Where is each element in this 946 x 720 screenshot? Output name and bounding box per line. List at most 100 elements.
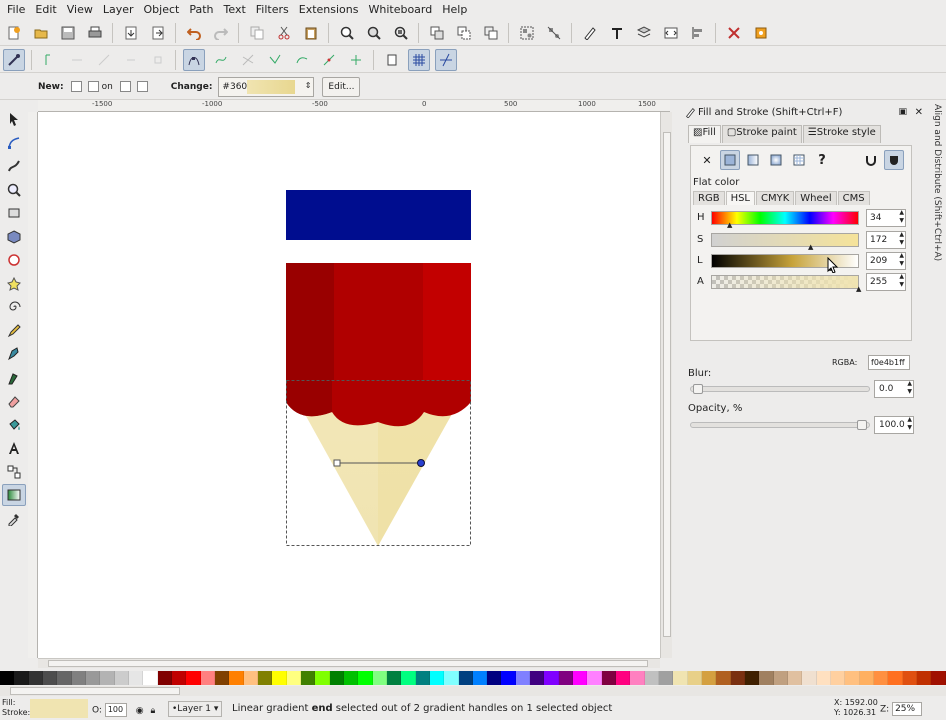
snap-cusp-button[interactable] xyxy=(264,49,286,71)
palette-scroll-thumb[interactable] xyxy=(10,687,180,695)
palette-swatch[interactable] xyxy=(243,671,258,685)
drawing-canvas[interactable] xyxy=(38,112,660,658)
pattern-button[interactable] xyxy=(789,150,809,170)
spin-icon[interactable]: ▲ ▼ xyxy=(907,416,912,432)
palette-swatch[interactable] xyxy=(644,671,660,685)
palette-swatch[interactable] xyxy=(14,671,29,685)
palette-swatch[interactable] xyxy=(0,671,15,685)
opacity-slider-knob[interactable] xyxy=(857,420,867,430)
flat-color-button[interactable] xyxy=(720,150,740,170)
palette-swatch[interactable] xyxy=(902,671,917,685)
gradient-start-handle[interactable] xyxy=(333,459,341,467)
palette-swatch[interactable] xyxy=(200,671,215,685)
menu-help[interactable]: Help xyxy=(437,0,472,20)
snap-smooth-button[interactable] xyxy=(291,49,313,71)
palette-swatch[interactable] xyxy=(186,671,201,685)
copy-button[interactable] xyxy=(246,22,268,44)
cut-button[interactable] xyxy=(273,22,295,44)
palette-swatch[interactable] xyxy=(343,671,359,685)
saturation-slider[interactable] xyxy=(711,233,859,247)
rgba-input[interactable]: f0e4b1ff xyxy=(868,355,910,370)
zoom-tool[interactable] xyxy=(2,179,26,201)
palette-swatch[interactable] xyxy=(429,671,445,685)
palette-swatch[interactable] xyxy=(917,671,932,685)
palette-swatch[interactable] xyxy=(143,671,158,685)
palette-swatch[interactable] xyxy=(888,671,903,685)
save-button[interactable] xyxy=(57,22,79,44)
saturation-marker[interactable]: ▲ xyxy=(808,244,813,251)
new-linear-toggle[interactable] xyxy=(70,81,82,92)
edit-gradient-button[interactable]: Edit... xyxy=(322,76,361,97)
align-distribute-button[interactable] xyxy=(687,22,709,44)
linear-gradient-button[interactable] xyxy=(743,150,763,170)
palette-swatch[interactable] xyxy=(415,671,430,685)
palette-swatch[interactable] xyxy=(616,671,631,685)
no-paint-button[interactable]: ✕ xyxy=(697,150,717,170)
3d-box-tool[interactable] xyxy=(2,226,26,248)
rectangle-tool[interactable] xyxy=(2,202,26,224)
new-radial-toggle[interactable] xyxy=(87,81,99,92)
snap-bbox-center-button[interactable] xyxy=(147,49,169,71)
palette-swatch[interactable] xyxy=(329,671,344,685)
vertical-scrollbar[interactable] xyxy=(660,112,672,658)
palette-scrollbar[interactable] xyxy=(0,686,946,696)
minimize-icon[interactable]: ▣ xyxy=(898,107,907,117)
unlink-clone-button[interactable] xyxy=(480,22,502,44)
spiral-tool[interactable] xyxy=(2,296,26,318)
group-button[interactable] xyxy=(516,22,538,44)
calligraphy-tool[interactable] xyxy=(2,367,26,389)
palette-swatch[interactable] xyxy=(659,671,674,685)
palette-swatch[interactable] xyxy=(931,671,946,685)
palette-swatch[interactable] xyxy=(114,671,129,685)
snap-paths-button[interactable] xyxy=(210,49,232,71)
document-properties-button[interactable] xyxy=(750,22,772,44)
spin-icon[interactable]: ▲ ▼ xyxy=(899,252,904,268)
tab-cms[interactable]: CMS xyxy=(837,191,870,205)
palette-swatch[interactable] xyxy=(859,671,875,685)
palette-swatch[interactable] xyxy=(257,671,273,685)
close-icon[interactable]: ✕ xyxy=(915,107,923,118)
palette-swatch[interactable] xyxy=(702,671,717,685)
menu-object[interactable]: Object xyxy=(139,0,185,20)
undo-button[interactable] xyxy=(183,22,205,44)
star-tool[interactable] xyxy=(2,273,26,295)
opacity-input[interactable]: 100.0 ▲ ▼ xyxy=(874,416,914,434)
ungroup-button[interactable] xyxy=(543,22,565,44)
saturation-input[interactable]: 172 ▲ ▼ xyxy=(866,231,906,249)
vertical-scroll-thumb[interactable] xyxy=(663,132,671,637)
palette-swatch[interactable] xyxy=(845,671,860,685)
palette-swatch[interactable] xyxy=(816,671,832,685)
alpha-slider[interactable] xyxy=(711,275,859,289)
menu-extensions[interactable]: Extensions xyxy=(294,0,364,20)
snap-object-center-button[interactable] xyxy=(345,49,367,71)
paint-bucket-tool[interactable] xyxy=(2,414,26,436)
snap-bbox-edge-button[interactable] xyxy=(66,49,88,71)
connector-tool[interactable] xyxy=(2,461,26,483)
ellipse-tool[interactable] xyxy=(2,249,26,271)
gradient-end-handle[interactable] xyxy=(417,459,425,467)
palette-swatch[interactable] xyxy=(874,671,889,685)
palette-swatch[interactable] xyxy=(802,671,817,685)
radial-gradient-button[interactable] xyxy=(766,150,786,170)
palette-swatch[interactable] xyxy=(128,671,144,685)
pencil-tool[interactable] xyxy=(2,320,26,342)
spin-icon[interactable]: ▲ ▼ xyxy=(899,273,904,289)
tab-wheel[interactable]: Wheel xyxy=(795,191,837,205)
snap-grid-button[interactable] xyxy=(407,48,430,71)
palette-swatch[interactable] xyxy=(573,671,588,685)
palette-swatch[interactable] xyxy=(501,671,516,685)
lock-icon[interactable]: 🔒︎ xyxy=(150,706,155,716)
palette-swatch[interactable] xyxy=(171,671,187,685)
snap-nodes-button[interactable] xyxy=(182,48,205,71)
tab-stroke-style[interactable]: ☰Stroke style xyxy=(802,125,881,143)
blue-rectangle[interactable] xyxy=(286,190,471,240)
palette-swatch[interactable] xyxy=(530,671,545,685)
palette-swatch[interactable] xyxy=(558,671,574,685)
palette-swatch[interactable] xyxy=(57,671,72,685)
palette-swatch[interactable] xyxy=(401,671,416,685)
palette-swatch[interactable] xyxy=(673,671,688,685)
clone-button[interactable] xyxy=(453,22,475,44)
palette-swatch[interactable] xyxy=(300,671,316,685)
node-tool[interactable] xyxy=(2,132,26,154)
palette-swatch[interactable] xyxy=(372,671,387,685)
